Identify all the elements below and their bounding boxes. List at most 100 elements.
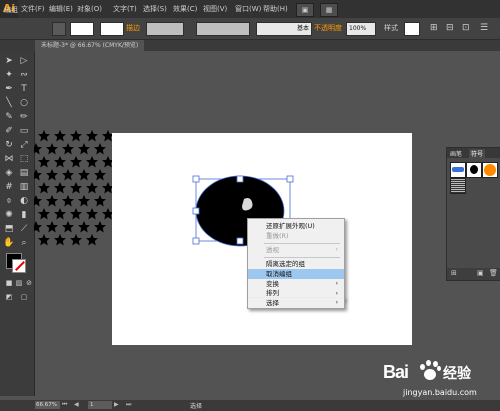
graphic-style-swatch[interactable] bbox=[404, 22, 420, 36]
slice-tool-icon[interactable]: ⟋ bbox=[18, 223, 30, 235]
ellipse-tool-icon[interactable]: ○ bbox=[18, 97, 30, 109]
panel-menu-icon[interactable]: ☰ bbox=[480, 21, 488, 35]
stroke-weight-field[interactable] bbox=[146, 22, 184, 36]
new-symbol-icon[interactable]: ▣ bbox=[477, 269, 484, 277]
menu-undo-expand-appearance[interactable]: 还原扩展外观(U) bbox=[248, 221, 344, 231]
menu-type[interactable]: 文字(T) bbox=[113, 0, 137, 18]
symbol-thumb-blue[interactable] bbox=[450, 162, 466, 178]
handle-top-left[interactable] bbox=[192, 175, 200, 183]
symbol-thumb-pattern[interactable] bbox=[450, 178, 466, 194]
opacity-field[interactable]: 100% bbox=[346, 22, 376, 36]
selection-tool-icon[interactable]: ➤ bbox=[3, 55, 15, 67]
menu-file[interactable]: 文件(F) bbox=[21, 0, 45, 18]
handle-top-middle[interactable] bbox=[236, 175, 244, 183]
fill-color-dropdown[interactable] bbox=[70, 22, 94, 36]
opacity-label[interactable]: 不透明度 bbox=[314, 21, 342, 35]
shape-builder-tool-icon[interactable]: ◈ bbox=[3, 167, 15, 179]
draw-mode-icon[interactable]: ◩ bbox=[3, 291, 15, 303]
document-setup-icon[interactable]: ⊞ bbox=[430, 21, 438, 35]
pencil-tool-icon[interactable]: ✏ bbox=[18, 111, 30, 123]
next-page-icon[interactable]: ▶ bbox=[114, 401, 119, 408]
perspective-grid-tool-icon[interactable]: ▤ bbox=[18, 167, 30, 179]
brush-label: 基本 bbox=[296, 25, 309, 32]
paintbrush-tool-icon[interactable]: ✎ bbox=[3, 111, 15, 123]
brushes-symbols-panel: 画笔 符号 ⊞ ▣ 🗑 bbox=[446, 147, 500, 281]
brush-definition-dropdown[interactable]: 基本 bbox=[256, 22, 312, 36]
menu-transform[interactable]: 变换 › bbox=[248, 279, 344, 289]
menu-arrange[interactable]: 排列 › bbox=[248, 289, 344, 298]
line-tool-icon[interactable]: ╲ bbox=[3, 97, 15, 109]
menu-effect[interactable]: 效果(C) bbox=[173, 0, 197, 18]
direct-selection-tool-icon[interactable]: ▷ bbox=[18, 55, 30, 67]
transform-icon[interactable]: ⊡ bbox=[462, 21, 470, 35]
handle-bottom-left[interactable] bbox=[192, 237, 200, 245]
star-pattern-group bbox=[34, 130, 114, 246]
gradient-tool-icon[interactable]: ▥ bbox=[18, 181, 30, 193]
width-tool-icon[interactable]: ⋈ bbox=[3, 153, 15, 165]
free-transform-tool-icon[interactable]: ⬚ bbox=[18, 153, 30, 165]
last-page-icon[interactable]: ⏭ bbox=[126, 401, 131, 409]
tab-symbols[interactable]: 符号 bbox=[469, 149, 486, 158]
menu-edit[interactable]: 编辑(E) bbox=[49, 0, 73, 18]
menu-ungroup[interactable]: 取消编组 bbox=[248, 269, 344, 279]
symbol-thumb-splatter[interactable] bbox=[466, 162, 482, 178]
current-tool-status: 选择 bbox=[190, 403, 203, 410]
menu-select[interactable]: 选择 › bbox=[248, 298, 344, 308]
menu-redo[interactable]: 重做(R) bbox=[248, 231, 344, 241]
menu-perspective[interactable]: 透视 › bbox=[248, 245, 344, 255]
menu-item-label: 隔离选定的组 bbox=[266, 260, 305, 268]
symbol-thumb-orange[interactable] bbox=[482, 162, 498, 178]
menu-view[interactable]: 视图(V) bbox=[203, 0, 227, 18]
symbol-library-icon[interactable]: ⊞ bbox=[451, 269, 457, 277]
toolbox: ➤ ▷ ✦ ∾ ✒ T ╲ ○ ✎ ✏ ✐ ▭ ↻ ⤢ ⋈ ⬚ ◈ ▤ # ▥ … bbox=[0, 51, 35, 396]
style-label: 样式 bbox=[384, 24, 398, 32]
screen-mode-icon[interactable]: ▢ bbox=[18, 291, 30, 303]
menu-select[interactable]: 选择(S) bbox=[143, 0, 167, 18]
stroke-color-swatch[interactable] bbox=[12, 259, 26, 273]
pen-tool-icon[interactable]: ✒ bbox=[3, 83, 15, 95]
menu-item-label: 取消编组 bbox=[266, 270, 292, 278]
stroke-color-dropdown[interactable] bbox=[100, 22, 124, 36]
hand-tool-icon[interactable]: ✋ bbox=[3, 237, 15, 249]
arrange-documents-icon[interactable]: ▦ bbox=[320, 3, 338, 17]
rotate-tool-icon[interactable]: ↻ bbox=[3, 139, 15, 151]
blend-tool-icon[interactable]: ◐ bbox=[18, 195, 30, 207]
handle-top-right[interactable] bbox=[286, 175, 294, 183]
type-tool-icon[interactable]: T bbox=[18, 83, 30, 95]
watermark-jingyan: 经验 bbox=[443, 366, 471, 382]
fill-swatch-icon[interactable] bbox=[52, 22, 66, 36]
document-tab[interactable]: 未标题-3* @ 66.67% (CMYK/预览) bbox=[35, 40, 145, 51]
zoom-field[interactable]: 66.67% bbox=[35, 401, 60, 409]
context-menu-bottom: 选择 › bbox=[247, 298, 345, 309]
zoom-tool-icon[interactable]: ⌕ bbox=[18, 237, 30, 249]
menu-object[interactable]: 对象(O) bbox=[77, 0, 102, 18]
eraser-tool-icon[interactable]: ▭ bbox=[18, 125, 30, 137]
menu-window[interactable]: 窗口(W) bbox=[235, 0, 261, 18]
first-page-icon[interactable]: ⏮ bbox=[62, 401, 67, 409]
column-graph-tool-icon[interactable]: ▮ bbox=[18, 209, 30, 221]
none-mode-icon[interactable]: ⊘ bbox=[23, 277, 35, 289]
bridge-icon[interactable]: ▣ bbox=[296, 3, 314, 17]
handle-bottom-middle[interactable] bbox=[236, 237, 244, 245]
symbol-sprayer-tool-icon[interactable]: ✺ bbox=[3, 209, 15, 221]
selection-type-label: 编组 bbox=[4, 6, 18, 14]
variable-width-field[interactable] bbox=[196, 22, 250, 36]
menu-isolate-selected-group[interactable]: 隔离选定的组 bbox=[248, 259, 344, 269]
lasso-tool-icon[interactable]: ∾ bbox=[18, 69, 30, 81]
handle-middle-left[interactable] bbox=[192, 207, 200, 215]
scale-tool-icon[interactable]: ⤢ bbox=[18, 139, 30, 151]
artboard-tool-icon[interactable]: ⬒ bbox=[3, 223, 15, 235]
submenu-arrow-icon: › bbox=[335, 299, 338, 306]
mesh-tool-icon[interactable]: # bbox=[3, 181, 15, 193]
page-field[interactable]: 1 bbox=[88, 401, 112, 409]
eyedropper-tool-icon[interactable]: ⌽ bbox=[3, 195, 15, 207]
delete-symbol-icon[interactable]: 🗑 bbox=[489, 269, 498, 277]
tab-brushes[interactable]: 画笔 bbox=[450, 149, 462, 158]
blob-brush-tool-icon[interactable]: ✐ bbox=[3, 125, 15, 137]
menu-help[interactable]: 帮助(H) bbox=[263, 0, 288, 18]
stroke-label[interactable]: 描边 bbox=[126, 21, 140, 35]
magic-wand-tool-icon[interactable]: ✦ bbox=[3, 69, 15, 81]
align-icon[interactable]: ⊟ bbox=[446, 21, 454, 35]
menu-item-label: 变换 bbox=[266, 280, 279, 288]
prev-page-icon[interactable]: ◀ bbox=[74, 401, 79, 408]
